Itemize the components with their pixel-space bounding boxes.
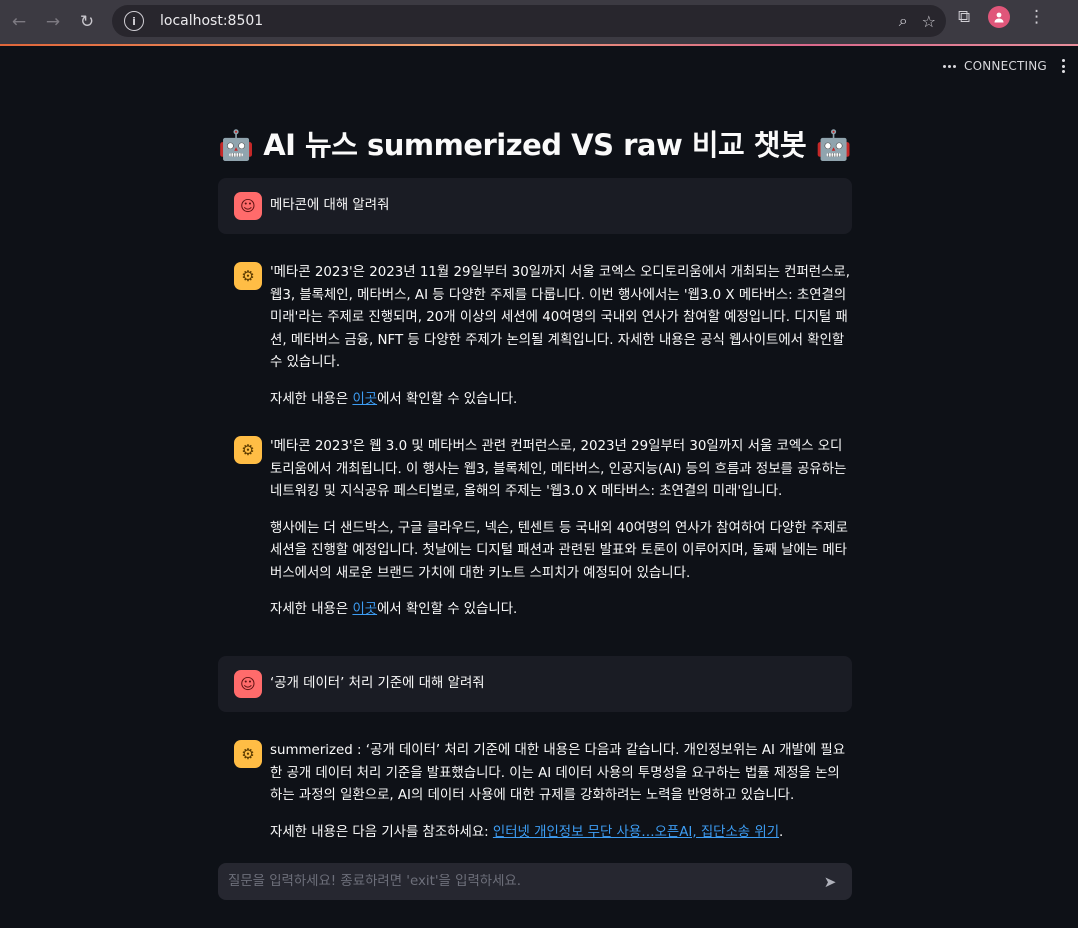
profile-avatar-icon[interactable] (988, 6, 1011, 28)
chat-message-assistant: ⚙ summerized : ‘공개 데이터’ 처리 기준에 대한 내용은 다음… (218, 740, 852, 844)
message-content: 메타콘에 대해 알려줘 (270, 195, 836, 218)
message-content: ‘공개 데이터’ 처리 기준에 대해 알려줘 (270, 673, 836, 696)
source-link[interactable]: 이곳 (352, 392, 377, 407)
link-prefix-text: 자세한 내용은 (270, 391, 353, 407)
page-title: 🤖 AI 뉴스 summerized VS raw 비교 챗봇 🤖 (218, 128, 852, 162)
reload-button[interactable]: ↻ (70, 5, 104, 39)
link-prefix-text: 자세한 내용은 다음 기사를 참조하세요: (270, 824, 493, 840)
address-bar[interactable]: i localhost:8501 ⌕ ☆ (112, 5, 946, 37)
back-arrow-icon: ← (11, 12, 27, 32)
message-paragraph: '메타콘 2023'은 웹 3.0 및 메타버스 관련 컨퍼런스로, 2023년… (270, 439, 847, 499)
connection-status-text: CONNECTING (964, 59, 1047, 73)
chat-input-container: ➤ (218, 863, 852, 900)
chat-input[interactable] (228, 874, 816, 889)
send-button[interactable]: ➤ (816, 868, 844, 896)
message-link-paragraph: 자세한 내용은 이곳에서 확인할 수 있습니다. (270, 599, 852, 622)
chat-message-user: ☺ 메타콘에 대해 알려줘 (218, 178, 852, 234)
user-avatar-icon: ☺ (234, 192, 262, 220)
message-paragraph: ‘공개 데이터’ 처리 기준에 대해 알려줘 (270, 675, 485, 691)
site-info-icon[interactable]: i (124, 11, 144, 31)
url-text[interactable]: localhost:8501 (160, 13, 263, 29)
send-icon: ➤ (823, 872, 837, 891)
chat-message-assistant: ⚙ '메타콘 2023'은 웹 3.0 및 메타버스 관련 컨퍼런스로, 202… (218, 436, 852, 622)
back-button[interactable]: ← (2, 5, 36, 39)
message-content: '메타콘 2023'은 2023년 11월 29일부터 30일까지 서울 코엑스… (270, 262, 852, 411)
source-link[interactable]: 이곳 (352, 602, 377, 617)
chat-message-user: ☺ ‘공개 데이터’ 처리 기준에 대해 알려줘 (218, 656, 852, 712)
message-paragraph: '메타콘 2023'은 2023년 11월 29일부터 30일까지 서울 코엑스… (270, 265, 850, 370)
chat-message-assistant: ⚙ '메타콘 2023'은 2023년 11월 29일부터 30일까지 서울 코… (218, 262, 852, 411)
connection-status: CONNECTING (943, 59, 1047, 73)
zoom-icon[interactable]: ⌕ (899, 11, 908, 31)
message-link-paragraph: 자세한 내용은 이곳에서 확인할 수 있습니다. (270, 389, 852, 412)
link-prefix-text: 자세한 내용은 (270, 602, 353, 617)
link-suffix-text: 에서 확인할 수 있습니다. (377, 391, 518, 407)
source-link[interactable]: 인터넷 개인정보 무단 사용…오픈AI, 집단소송 위기 (493, 825, 779, 840)
user-avatar-icon: ☺ (234, 670, 262, 698)
forward-arrow-icon: → (45, 12, 61, 32)
assistant-avatar-icon: ⚙ (234, 262, 262, 290)
toolbar-accent-line (0, 44, 1078, 46)
message-paragraph: 메타콘에 대해 알려줘 (270, 197, 390, 213)
message-content: summerized : ‘공개 데이터’ 처리 기준에 대한 내용은 다음과 … (270, 740, 852, 844)
extensions-icon[interactable]: ⧉ (958, 7, 970, 27)
assistant-avatar-icon: ⚙ (234, 740, 262, 768)
link-suffix-text: . (779, 824, 784, 840)
link-suffix-text: 에서 확인할 수 있습니다. (377, 602, 518, 617)
bookmark-star-icon[interactable]: ☆ (922, 12, 936, 31)
message-content: '메타콘 2023'은 웹 3.0 및 메타버스 관련 컨퍼런스로, 2023년… (270, 436, 852, 622)
message-link-paragraph: 자세한 내용은 다음 기사를 참조하세요: 인터넷 개인정보 무단 사용…오픈A… (270, 822, 852, 845)
message-paragraph: summerized : ‘공개 데이터’ 처리 기준에 대한 내용은 다음과 … (270, 743, 846, 803)
browser-toolbar: ← → ↻ i localhost:8501 ⌕ ☆ ⧉ ⋮ (0, 0, 1078, 44)
forward-button[interactable]: → (36, 5, 70, 39)
browser-menu-icon[interactable]: ⋮ (1028, 7, 1045, 27)
message-paragraph: 행사에는 더 샌드박스, 구글 클라우드, 넥슨, 텐센트 등 국내외 40여명… (270, 520, 848, 581)
app-menu-icon[interactable] (1057, 57, 1069, 75)
assistant-avatar-icon: ⚙ (234, 436, 262, 464)
connecting-dots-icon (943, 64, 956, 68)
reload-icon: ↻ (79, 12, 95, 32)
